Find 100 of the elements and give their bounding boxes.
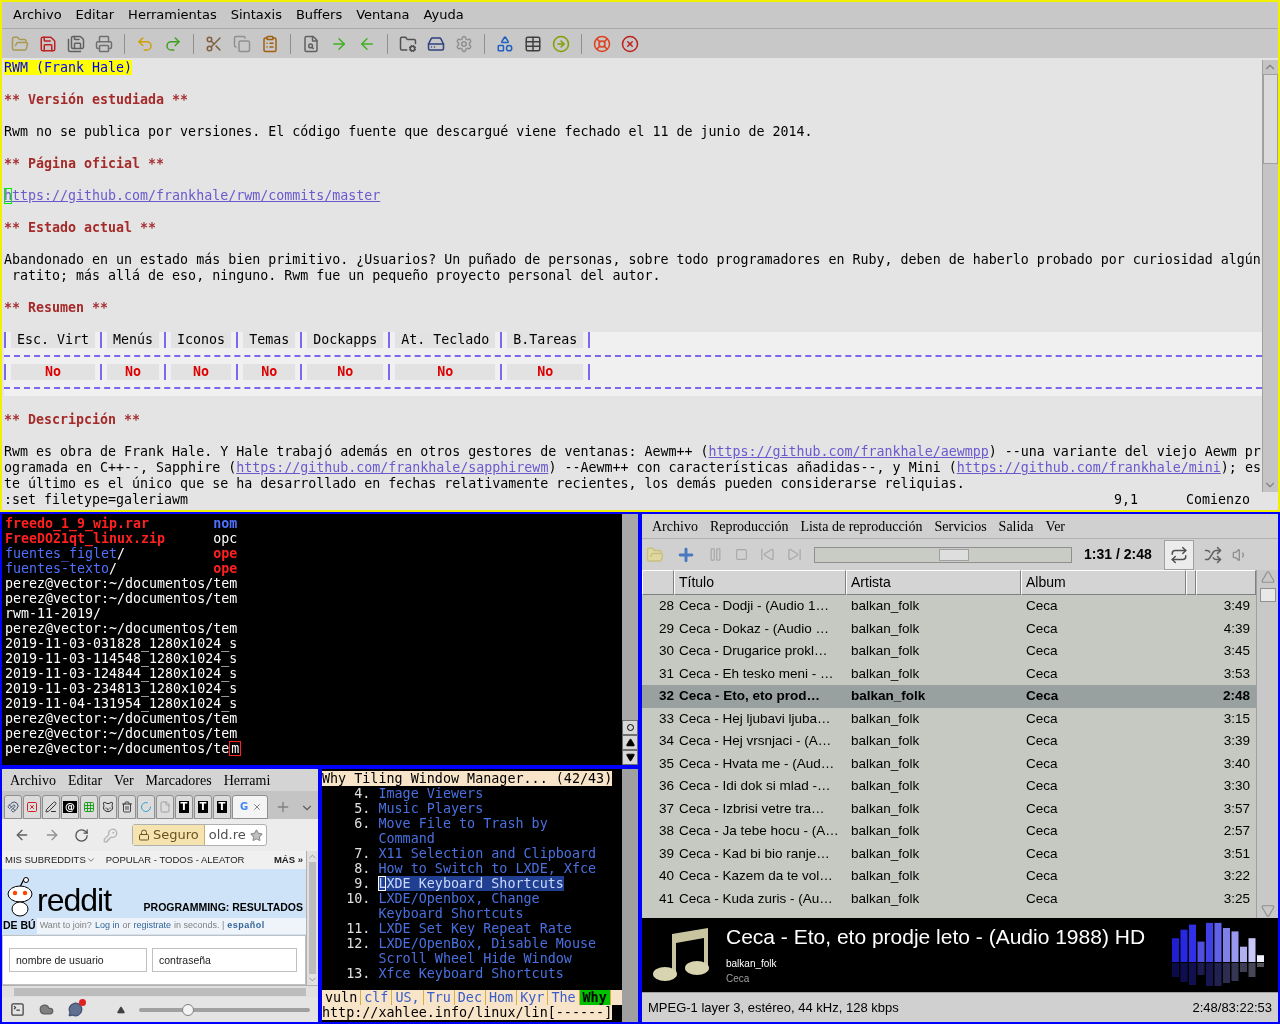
column-header[interactable] (1186, 570, 1196, 595)
playlist-row[interactable]: 28 Ceca - Dodji - (Audio 1… balkan_folk Ceca 3:49 (642, 595, 1256, 618)
link[interactable]: español (227, 919, 265, 933)
menu-item[interactable]: Archivo (646, 515, 704, 537)
open-folder-icon[interactable] (11, 34, 29, 53)
playlist-row[interactable]: 37 Ceca - Izbrisi vetre tra… balkan_folk Ceca 3:57 (642, 797, 1256, 820)
menu-item[interactable]: Herramientas (121, 5, 224, 25)
browser-tab[interactable] (99, 795, 117, 819)
link[interactable]: Keyboard Shortcuts (378, 906, 524, 921)
chat-icon[interactable] (68, 1002, 83, 1017)
buffer-tab[interactable]: Why (579, 990, 611, 1005)
settings-icon[interactable] (455, 34, 473, 53)
column-header[interactable] (642, 570, 674, 595)
scrollbar-thumb[interactable] (1263, 74, 1278, 164)
redo-icon[interactable] (164, 34, 182, 53)
horizontal-scrollbar[interactable] (2, 985, 318, 997)
menu-item[interactable]: Buffers (288, 5, 350, 25)
menu-item[interactable]: Archivo (6, 5, 69, 25)
playlist-row[interactable]: 33 Ceca - Hej ljubavi ljuba… balkan_folk Ceca 3:15 (642, 707, 1256, 730)
site-logo[interactable]: reddit (37, 883, 112, 917)
menu-item[interactable]: Archivo (4, 769, 62, 791)
playlist-row[interactable]: 39 Ceca - Kad bi bio ranje… balkan_folk Ceca 3:51 (642, 842, 1256, 865)
menu-item[interactable]: Ventana (349, 5, 417, 25)
link[interactable]: Log in (94, 919, 120, 933)
link[interactable]: Image Viewers (378, 786, 484, 801)
menu-item[interactable]: Lista de reproducción (794, 515, 929, 537)
scrollbar[interactable] (1262, 60, 1278, 492)
print-icon[interactable] (95, 34, 113, 53)
save-icon[interactable] (39, 34, 57, 53)
scrollbar-thumb[interactable] (1259, 588, 1276, 602)
scroll-button[interactable] (622, 720, 638, 735)
cut-icon[interactable] (205, 34, 223, 53)
next-icon[interactable] (787, 547, 802, 562)
arrow-circle-icon[interactable] (552, 34, 570, 53)
playlist-row[interactable]: 35 Ceca - Hvata me - (Aud… balkan_folk Ceca 3:40 (642, 752, 1256, 775)
menu-item[interactable]: Ayuda (416, 5, 471, 25)
column-header[interactable] (1196, 570, 1256, 595)
link[interactable]: registrate (133, 919, 171, 933)
close-tab-icon[interactable] (252, 802, 263, 812)
menu-item[interactable]: Reproducción (703, 515, 795, 537)
link[interactable]: https://github.com/frankhale/mini (956, 460, 1221, 475)
column-header[interactable]: Título (674, 570, 846, 595)
link[interactable]: Music Players (378, 801, 484, 816)
menu-item[interactable]: Servicios (928, 515, 993, 537)
browser-tab[interactable] (118, 795, 136, 819)
pause-icon[interactable] (708, 547, 723, 562)
menu-item[interactable]: Sintaxis (223, 5, 289, 25)
playlist-row[interactable]: 29 Ceca - Dokaz - (Audio … balkan_folk Ceca 4:39 (642, 617, 1256, 640)
scrollbar[interactable] (622, 514, 638, 765)
seek-track[interactable] (814, 546, 1072, 563)
link[interactable]: LXDE Set Key Repeat Rate (378, 921, 572, 936)
shapes-icon[interactable] (496, 34, 514, 53)
menu-item[interactable]: Herrami (217, 769, 277, 791)
browser-tab[interactable]: T (194, 795, 212, 819)
folder-gear-icon[interactable] (399, 34, 417, 53)
more-link[interactable]: MÁS » (273, 852, 303, 868)
triangle-icon[interactable] (117, 1005, 125, 1014)
link[interactable]: How to Switch to LXDE, Xfce (378, 861, 597, 876)
link[interactable]: Command (378, 831, 435, 846)
repeat-button[interactable] (1163, 539, 1194, 570)
key-icon[interactable] (103, 827, 118, 843)
stop-icon[interactable] (735, 548, 748, 561)
link[interactable]: Move File to Trash by (378, 816, 548, 831)
browser-tab[interactable]: @ (61, 795, 79, 819)
scroll-up-button[interactable] (622, 735, 638, 750)
scroll-down-icon[interactable] (1260, 904, 1275, 918)
playlist-row[interactable]: 38 Ceca - Ja tebe hocu - (A… balkan_folk Ceca 2:57 (642, 820, 1256, 843)
menu-item[interactable]: Salida (992, 515, 1040, 537)
scrollbar[interactable] (622, 769, 638, 1022)
paste-icon[interactable] (261, 34, 279, 53)
browser-tab[interactable]: T (213, 795, 231, 819)
scroll-down-button[interactable] (622, 750, 638, 765)
menu-item[interactable]: Ver (1039, 515, 1072, 537)
terminal-icon[interactable] (10, 1002, 25, 1017)
link[interactable]: Xfce Keyboard Shortcuts (378, 966, 564, 981)
scrollbar[interactable] (306, 851, 318, 985)
password-field[interactable]: contraseña (152, 948, 297, 972)
cloud-icon[interactable] (39, 1002, 54, 1017)
menu-item[interactable]: Ver (108, 769, 140, 791)
playlist-row[interactable]: 31 Ceca - Eh tesko meni - … balkan_folk Ceca 3:53 (642, 662, 1256, 685)
find-replace-icon[interactable] (302, 34, 320, 53)
table-icon[interactable] (524, 34, 542, 53)
scrollbar[interactable] (1256, 570, 1278, 918)
link[interactable]: LXDE/OpenBox, Disable Mouse (378, 936, 597, 951)
nav-links[interactable]: POPULAR - TODOS - ALEATOR (105, 852, 245, 868)
link[interactable]: https://github.com/frankhale/sapphirewm (236, 460, 549, 475)
caret-icon[interactable] (85, 855, 96, 865)
forward-icon[interactable] (44, 827, 60, 843)
subreddits-menu[interactable]: MIS SUBREDDITS (5, 852, 86, 868)
save-all-icon[interactable] (67, 34, 85, 53)
link[interactable]: Scroll Wheel Hide Window (378, 951, 572, 966)
browser-tab[interactable] (23, 795, 41, 819)
playlist-row[interactable]: 34 Ceca - Hej vrsnjaci - (A… balkan_folk Ceca 3:39 (642, 730, 1256, 753)
scrollbar-thumb[interactable] (309, 862, 316, 974)
playlist-row[interactable]: 40 Ceca - Kazem da te vol… balkan_folk Ceca 3:22 (642, 865, 1256, 888)
undo-icon[interactable] (136, 34, 154, 53)
slider-thumb[interactable] (181, 1003, 194, 1016)
browser-tab[interactable] (42, 795, 60, 819)
copy-icon[interactable] (233, 34, 251, 53)
seek-thumb[interactable] (939, 548, 970, 561)
